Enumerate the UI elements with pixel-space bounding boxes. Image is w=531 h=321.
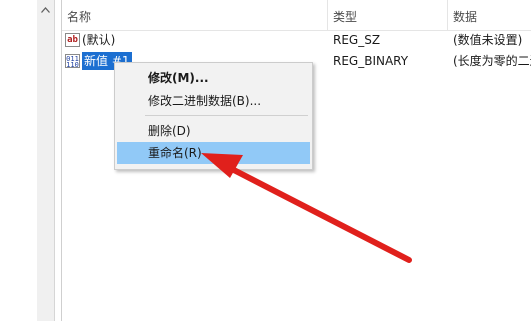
menu-item-modify-binary[interactable]: 修改二进制数据(B)... (117, 90, 310, 112)
context-menu: 修改(M)... 修改二进制数据(B)... 删除(D) 重命名(R) (114, 62, 313, 170)
registry-tree-pane[interactable] (0, 0, 38, 321)
scroll-up-arrow-icon[interactable] (37, 3, 54, 17)
string-value-icon: ab (65, 33, 80, 47)
table-row[interactable]: ab (默认) REG_SZ (数值未设置) (62, 30, 531, 50)
menu-item-rename[interactable]: 重命名(R) (117, 142, 310, 164)
tree-vertical-scrollbar[interactable] (37, 0, 55, 321)
column-header-name[interactable]: 名称 (62, 0, 327, 30)
menu-item-delete[interactable]: 删除(D) (117, 120, 310, 142)
binary-value-icon: 011 110 (65, 54, 80, 68)
list-header: 名称 类型 数据 (62, 0, 531, 31)
pane-splitter[interactable] (55, 0, 62, 321)
value-data: (数值未设置) (453, 33, 523, 47)
menu-separator (145, 115, 308, 116)
value-type: REG_SZ (333, 33, 381, 47)
column-header-data[interactable]: 数据 (448, 0, 531, 30)
value-type: REG_BINARY (333, 54, 409, 68)
menu-item-modify[interactable]: 修改(M)... (117, 67, 310, 89)
value-data: (长度为零的二进制值) (453, 54, 531, 68)
value-name: (默认) (82, 33, 116, 47)
column-header-type[interactable]: 类型 (328, 0, 447, 30)
